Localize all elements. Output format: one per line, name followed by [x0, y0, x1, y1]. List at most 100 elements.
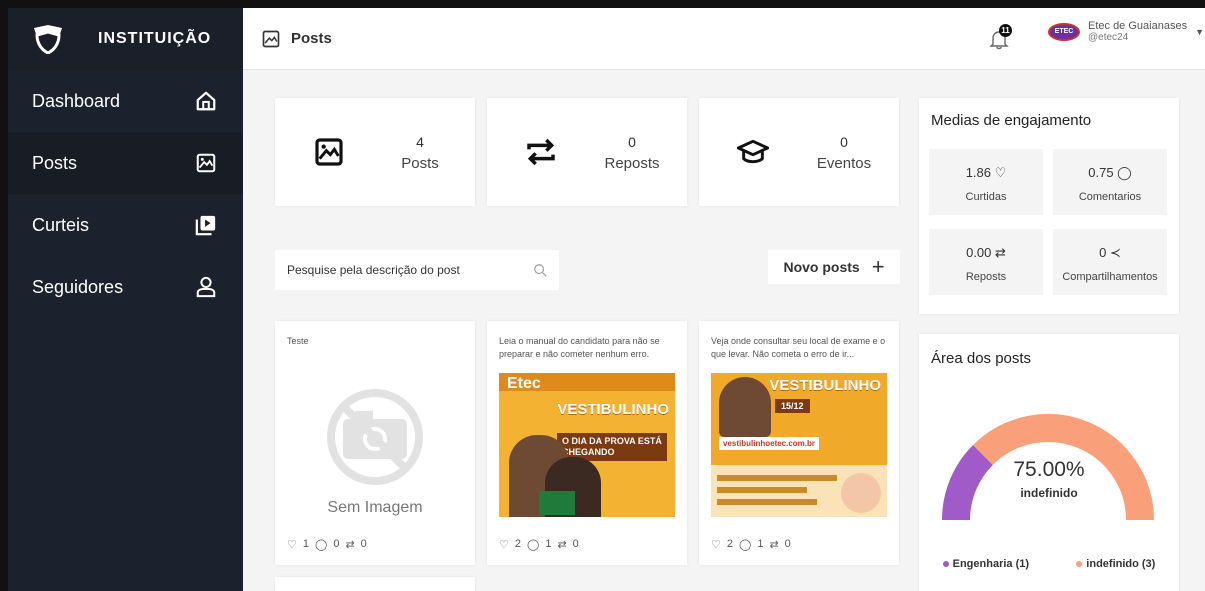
avatar: ETEC — [1048, 22, 1080, 41]
search-placeholder: Pesquise pela descrição do post — [287, 263, 460, 277]
engagement-value: 0 ≺ — [1099, 245, 1121, 260]
repost-icon[interactable]: ⇄ — [769, 538, 778, 551]
post-stats: ♡ 1 ◯ 0 ⇄ 0 — [287, 538, 367, 551]
flyer-headline: VESTIBULINHO — [769, 377, 881, 394]
repost-icon[interactable]: ⇄ — [345, 538, 354, 551]
search-icon — [534, 264, 547, 277]
notification-button[interactable]: 11 — [988, 24, 1012, 50]
flyer-date: 15/12 — [775, 399, 810, 413]
stat-value: 0 — [840, 134, 848, 150]
stat-card-eventos: 0 Eventos — [699, 98, 899, 206]
stat-label: Posts — [401, 155, 439, 172]
legend-dot — [1076, 561, 1083, 568]
engagement-label: Curtidas — [965, 191, 1007, 203]
post-image: Etec VESTIBULINHO O DIA DA PROVA ESTÁ CH… — [499, 373, 675, 531]
stat-card-reposts: 0 Reposts — [487, 98, 687, 206]
stat-card-posts: 4 Posts — [275, 98, 475, 206]
plus-icon: + — [871, 254, 885, 279]
comment-icon[interactable]: ◯ — [739, 538, 751, 551]
legend-item[interactable]: indefinido (3) — [1076, 558, 1155, 570]
stat-label: Eventos — [816, 155, 872, 172]
engagement-likes: 1.86 ♡ Curtidas — [929, 149, 1043, 215]
engagement-label: Reposts — [965, 271, 1007, 283]
profile-handle: @etec24 — [1088, 32, 1129, 43]
repost-count: 0 — [360, 538, 367, 550]
page-title: Posts — [261, 29, 332, 49]
new-post-button[interactable]: Novo posts + — [768, 250, 900, 284]
engagement-title: Medias de engajamento — [931, 112, 1092, 129]
search-input[interactable]: Pesquise pela descrição do post — [275, 250, 559, 290]
post-stats: ♡ 2 ◯ 1 ⇄ 0 — [499, 538, 579, 551]
legend-label: indefinido (3) — [1086, 558, 1156, 570]
comment-count: 1 — [757, 538, 764, 550]
page-title-text: Posts — [291, 30, 332, 47]
like-icon[interactable]: ♡ — [499, 538, 509, 551]
post-card-partial[interactable] — [275, 577, 475, 591]
new-post-label: Novo posts — [783, 259, 860, 275]
chevron-down-icon: ▼ — [1195, 26, 1204, 37]
comment-icon[interactable]: ◯ — [315, 538, 327, 551]
gauge-center-label: indefinido — [1020, 486, 1078, 500]
sidebar-item-curteis[interactable]: Curteis — [8, 194, 243, 256]
repost-icon[interactable]: ⇄ — [557, 538, 566, 551]
post-description: Leia o manual do candidato para não se p… — [499, 336, 660, 359]
post-description: Teste — [287, 336, 309, 346]
like-count: 1 — [302, 538, 309, 550]
flyer-brand: Etec — [507, 375, 541, 392]
sidebar-item-posts[interactable]: Posts — [8, 132, 243, 194]
engagement-comments: 0.75 ◯ Comentarios — [1053, 149, 1167, 215]
flyer-url: vestibulinhoetec.com.br — [719, 437, 820, 450]
image-icon — [196, 153, 216, 173]
area-title: Área dos posts — [931, 350, 1032, 367]
app-frame: INSTITUIÇÃO Dashboard Posts Curteis Segu… — [8, 8, 1205, 591]
sidebar-item-dashboard[interactable]: Dashboard — [8, 70, 243, 132]
like-count: 2 — [726, 538, 733, 550]
flyer-headline: VESTIBULINHO — [557, 401, 669, 418]
graduation-cap-icon — [737, 139, 769, 164]
sidebar-item-label: Curteis — [32, 214, 90, 235]
profile-menu[interactable]: ETEC Etec de Guaianases @etec24 ▼ — [1048, 20, 1204, 43]
engagement-value: 0.00 ⇄ — [966, 245, 1006, 260]
home-icon — [196, 91, 216, 111]
brand[interactable]: INSTITUIÇÃO — [8, 8, 243, 70]
like-icon[interactable]: ♡ — [711, 538, 721, 551]
stat-label: Reposts — [604, 155, 660, 172]
comment-count: 0 — [333, 538, 340, 550]
repost-count: 0 — [784, 538, 791, 550]
post-card[interactable]: Veja onde consultar seu local de exame e… — [699, 321, 899, 565]
legend-dot — [942, 561, 949, 568]
engagement-reposts: 0.00 ⇄ Reposts — [929, 229, 1043, 295]
chart-legend: Engenharia (1) indefinido (3) — [919, 558, 1179, 570]
engagement-card: Medias de engajamento 1.86 ♡ Curtidas 0.… — [919, 98, 1179, 314]
engagement-label: Compartilhamentos — [1062, 271, 1158, 283]
shield-logo-icon — [34, 25, 62, 54]
legend-label: Engenharia (1) — [952, 558, 1030, 570]
post-description: Veja onde consultar seu local de exame e… — [711, 336, 886, 359]
sidebar-item-label: Posts — [32, 152, 78, 173]
sidebar-item-seguidores[interactable]: Seguidores — [8, 256, 243, 318]
post-card[interactable]: Teste Sem Imagem ♡ 1 ◯ 0 ⇄ 0 — [275, 321, 475, 565]
notification-count-badge: 11 — [999, 24, 1012, 37]
like-count: 2 — [514, 538, 521, 550]
legend-item[interactable]: Engenharia (1) — [942, 558, 1030, 570]
top-header: Posts 11 ETEC Etec de Guaianases @etec24… — [243, 8, 1205, 70]
engagement-value: 1.86 ♡ — [965, 165, 1007, 180]
post-card[interactable]: Leia o manual do candidato para não se p… — [487, 321, 687, 565]
stat-value: 0 — [628, 134, 636, 150]
comment-count: 1 — [545, 538, 552, 550]
like-icon[interactable]: ♡ — [287, 538, 297, 551]
engagement-value: 0.75 ◯ — [1088, 165, 1132, 180]
area-card: Área dos posts 75.00% indefinido Engenha… — [919, 334, 1179, 591]
sidebar-item-label: Dashboard — [32, 90, 121, 111]
sidebar-item-label: Seguidores — [32, 276, 124, 297]
post-stats: ♡ 2 ◯ 1 ⇄ 0 — [711, 538, 791, 551]
no-image-label: Sem Imagem — [327, 499, 423, 516]
repost-icon — [527, 138, 555, 166]
comment-icon[interactable]: ◯ — [527, 538, 539, 551]
stat-value: 4 — [416, 134, 424, 150]
image-icon — [262, 30, 280, 47]
no-camera-icon — [327, 389, 423, 485]
post-image: VESTIBULINHO 15/12 vestibulinhoetec.com.… — [711, 373, 887, 531]
gauge-percent: 75.00% — [1013, 458, 1085, 481]
image-icon — [315, 138, 343, 166]
